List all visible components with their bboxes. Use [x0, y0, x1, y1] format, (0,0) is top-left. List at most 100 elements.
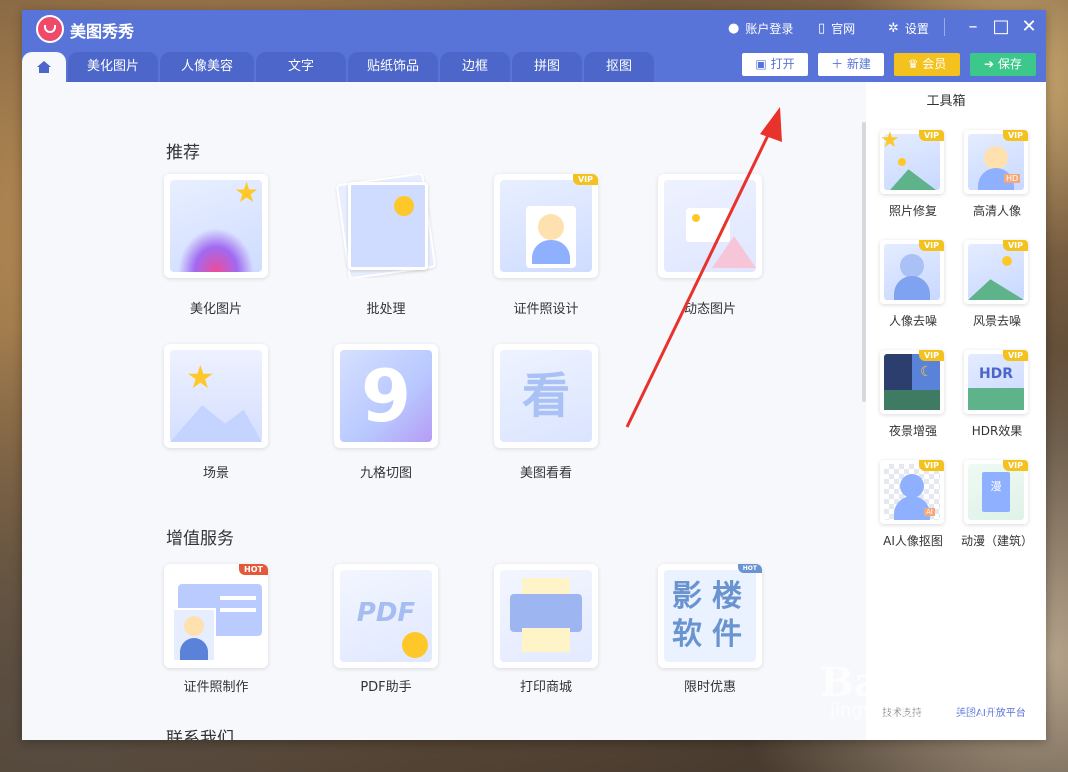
vip-badge: VIP	[1002, 350, 1028, 361]
nine-glyph: 9	[360, 354, 412, 438]
website-link[interactable]: ▯ 官网	[818, 20, 855, 37]
settings-label: 设置	[904, 22, 929, 36]
user-icon: ●	[728, 21, 740, 36]
star-icon: ★	[880, 130, 900, 153]
nine-grid-thumbnail: 9	[340, 350, 432, 442]
label-beautify: 美化图片	[189, 302, 242, 317]
tool-portrait-denoise[interactable]: VIP	[880, 240, 944, 304]
label-anime-building: 动漫（建筑）	[960, 534, 1033, 548]
card-batch[interactable]	[334, 174, 438, 278]
minimize-icon[interactable]: –	[962, 16, 984, 37]
scene-thumbnail	[170, 350, 262, 442]
hot-badge: HOT	[737, 564, 762, 573]
vip-badge: VIP	[1002, 130, 1028, 141]
tool-hd-portrait[interactable]: HD VIP	[964, 130, 1028, 194]
printer-thumbnail	[500, 570, 592, 662]
tab-text[interactable]: 文字	[256, 52, 346, 82]
hot-badge: HOT	[239, 564, 268, 575]
promo-text: 影楼软件	[672, 579, 752, 652]
label-pdf: PDF助手	[360, 680, 412, 695]
star-icon: ★	[186, 358, 215, 396]
app-title: 美图秀秀	[70, 22, 135, 41]
tool-anime-building[interactable]: 漫 VIP	[964, 460, 1028, 524]
sun-icon	[394, 196, 414, 216]
vip-badge: VIP	[1002, 460, 1028, 471]
card-id-photo-make[interactable]: HOT	[164, 564, 268, 668]
tool-ai-cutout[interactable]: AI VIP	[880, 460, 944, 524]
vip-badge: VIP	[918, 460, 944, 471]
tool-photo-repair[interactable]: ★ VIP	[880, 130, 944, 194]
moon-icon: ☾	[920, 364, 933, 380]
card-scene[interactable]: ★	[164, 344, 268, 448]
label-batch: 批处理	[366, 302, 406, 317]
card-limited-offer[interactable]: 影楼软件 HOT	[658, 564, 762, 668]
label-id-photo-make: 证件照制作	[183, 680, 249, 695]
login-label: 账户登录	[745, 22, 794, 36]
tool-landscape-denoise[interactable]: VIP	[964, 240, 1028, 304]
star-icon: ★	[234, 176, 260, 209]
maximize-icon[interactable]: □	[990, 16, 1012, 37]
website-label: 官网	[831, 22, 856, 36]
vip-button[interactable]: ♛ 会员	[894, 53, 960, 76]
tab-stickers[interactable]: 贴纸饰品	[348, 52, 438, 82]
new-button[interactable]: ＋ 新建	[818, 53, 884, 76]
label-photo-repair: 照片修复	[888, 204, 937, 218]
section-title-contact: 联系我们	[166, 729, 234, 740]
tab-beautify[interactable]: 美化图片	[68, 52, 158, 82]
login-link[interactable]: ● 账户登录	[728, 20, 793, 37]
tool-night-enhance[interactable]: ☾ VIP	[880, 350, 944, 414]
app-window: 美图秀秀 ● 账户登录 ▯ 官网 ✲ 设置 – □ ✕ 美化图片 人像美容 文字…	[22, 10, 1046, 740]
save-button[interactable]: ➔ 保存	[970, 53, 1036, 76]
hdr-thumbnail: HDR	[968, 354, 1024, 410]
tab-portrait[interactable]: 人像美容	[160, 52, 254, 82]
card-meitu-kankan[interactable]: 看	[494, 344, 598, 448]
id-photo-thumbnail	[500, 180, 592, 272]
label-meitu-kankan: 美图看看	[519, 466, 572, 481]
hd-tag: HD	[1004, 174, 1021, 183]
vip-badge: VIP	[572, 174, 598, 185]
tab-home[interactable]	[22, 52, 66, 82]
title-bar: 美图秀秀 ● 账户登录 ▯ 官网 ✲ 设置 – □ ✕ 美化图片 人像美容 文字…	[22, 10, 1046, 82]
baidu-watermark-url: jingyan.baidu.com	[830, 700, 997, 721]
card-print-mall[interactable]	[494, 564, 598, 668]
card-nine-grid[interactable]: 9	[334, 344, 438, 448]
red-annotation-arrow	[625, 107, 782, 428]
tool-hdr[interactable]: HDR VIP	[964, 350, 1028, 414]
label-landscape-denoise: 风景去噪	[972, 314, 1021, 328]
ai-tag: AI	[924, 508, 935, 516]
kankan-thumbnail: 看	[500, 350, 592, 442]
vip-badge: VIP	[918, 130, 944, 141]
open-button[interactable]: ▣ 打开	[742, 53, 808, 76]
save-label: 保存	[997, 57, 1022, 71]
vip-badge: VIP	[918, 240, 944, 251]
portrait-denoise-thumbnail	[884, 244, 940, 300]
toolbox-title: 工具箱	[926, 94, 966, 109]
vip-label: 会员	[922, 57, 947, 71]
new-label: 新建	[846, 57, 871, 71]
card-pdf[interactable]: PDF	[334, 564, 438, 668]
card-beautify[interactable]: ★	[164, 174, 268, 278]
gear-icon: ✲	[888, 21, 899, 36]
label-ai-cutout: AI人像抠图	[883, 534, 943, 548]
section-title-services: 增值服务	[166, 529, 234, 549]
tab-cutout[interactable]: 抠图	[584, 52, 654, 82]
id-make-thumbnail	[170, 570, 262, 662]
label-id-photo-design: 证件照设计	[513, 302, 579, 317]
manga-glyph: 漫	[990, 480, 1002, 493]
night-thumbnail: ☾	[884, 354, 940, 410]
home-icon	[37, 61, 51, 73]
tab-frames[interactable]: 边框	[440, 52, 510, 82]
pdf-thumbnail: PDF	[340, 570, 432, 662]
vip-badge: VIP	[1002, 240, 1028, 251]
kankan-glyph: 看	[521, 368, 570, 424]
card-id-photo-design[interactable]: VIP	[494, 174, 598, 278]
phone-icon: ▯	[818, 21, 826, 36]
tab-collage[interactable]: 拼图	[512, 52, 582, 82]
pdf-text: PDF	[356, 598, 416, 628]
label-hd-portrait: 高清人像	[972, 204, 1021, 218]
label-nine-grid: 九格切图	[359, 466, 412, 481]
settings-link[interactable]: ✲ 设置	[888, 20, 929, 37]
close-icon[interactable]: ✕	[1018, 16, 1040, 37]
toolbox-panel: 工具箱 ★ VIP 照片修复 HD VIP 高清人像 VIP 人像去噪 VIP …	[866, 82, 1046, 740]
home-content: 推荐 ★ 美化图片 批处理 VIP 证件照设计 动态图片 ★ 场景 9 九格切图…	[22, 82, 866, 740]
